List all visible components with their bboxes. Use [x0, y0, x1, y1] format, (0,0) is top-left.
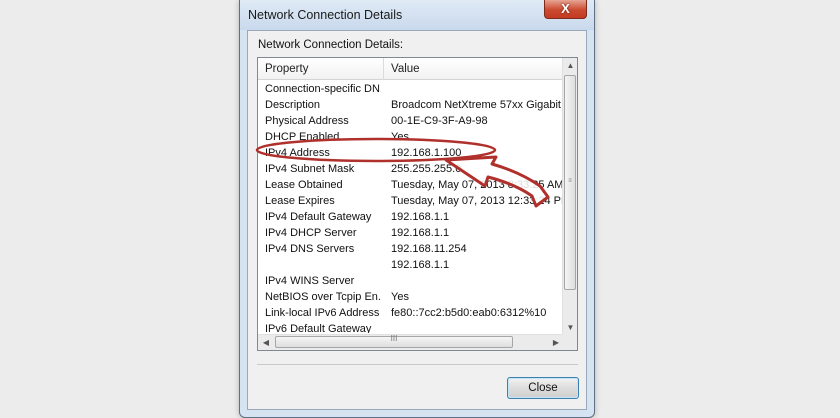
- details-rows: Connection-specific DN... Description Broa…: [258, 81, 564, 333]
- horizontal-scrollbar[interactable]: ◀ III ▶: [258, 334, 564, 350]
- value-cell: Tuesday, May 07, 2013 8:33:25 AM: [391, 179, 563, 191]
- list-header: Property Value: [258, 58, 564, 80]
- value-cell: 192.168.1.1: [391, 211, 450, 223]
- value-cell: 00-1E-C9-3F-A9-98: [391, 115, 488, 127]
- property-cell: Lease Obtained: [265, 179, 343, 191]
- table-row[interactable]: IPv4 WINS Server: [258, 273, 564, 289]
- property-cell: IPv4 Default Gateway: [265, 211, 372, 223]
- value-cell: 192.168.1.1: [391, 227, 450, 239]
- value-cell: fe80::7cc2:b5d0:eab0:6312%10: [391, 307, 547, 319]
- window-close-button[interactable]: X: [544, 0, 587, 19]
- vertical-scrollbar[interactable]: ▲ ≡ ▼: [562, 58, 577, 336]
- value-cell: Yes: [391, 131, 409, 143]
- table-row[interactable]: DHCP Enabled Yes: [258, 129, 564, 145]
- table-row[interactable]: Connection-specific DN...: [258, 81, 564, 97]
- value-cell: Tuesday, May 07, 2013 12:33:24 PM: [391, 195, 563, 207]
- property-cell: IPv4 Address: [265, 147, 330, 159]
- property-cell: Connection-specific DN...: [265, 83, 381, 95]
- vertical-scroll-thumb[interactable]: ≡: [564, 75, 576, 290]
- table-row[interactable]: Physical Address 00-1E-C9-3F-A9-98: [258, 113, 564, 129]
- table-row[interactable]: Link-local IPv6 Address fe80::7cc2:b5d0:e…: [258, 305, 564, 321]
- value-cell: Broadcom NetXtreme 57xx Gigabit Co: [391, 99, 563, 111]
- table-row[interactable]: IPv4 DNS Servers 192.168.11.254: [258, 241, 564, 257]
- scrollbar-corner: [562, 334, 577, 350]
- horizontal-grip-icon: III: [390, 334, 398, 343]
- divider: [257, 364, 578, 365]
- value-cell: 255.255.255.0: [391, 163, 462, 175]
- table-row[interactable]: Lease Obtained Tuesday, May 07, 2013 8:33…: [258, 177, 564, 193]
- property-cell: Link-local IPv6 Address: [265, 307, 380, 319]
- property-cell: IPv4 Subnet Mask: [265, 163, 355, 175]
- scroll-up-arrow-icon[interactable]: ▲: [563, 58, 577, 74]
- dialog-body: Network Connection Details: Property Val…: [247, 30, 587, 410]
- horizontal-scroll-thumb[interactable]: III: [275, 334, 513, 348]
- table-row[interactable]: IPv4 Default Gateway 192.168.1.1: [258, 209, 564, 225]
- value-cell: 192.168.11.254: [391, 243, 467, 255]
- scroll-left-arrow-icon[interactable]: ◀: [258, 335, 274, 350]
- title-bar[interactable]: Network Connection Details X: [240, 0, 594, 30]
- value-cell: Yes: [391, 291, 409, 303]
- table-row[interactable]: 192.168.1.1: [258, 257, 564, 273]
- property-cell: NetBIOS over Tcpip En...: [265, 291, 381, 303]
- details-list-view[interactable]: Property Value Connection-specific DN...…: [257, 57, 578, 351]
- column-header-value[interactable]: Value: [384, 58, 564, 80]
- property-cell: Lease Expires: [265, 195, 335, 207]
- property-cell: Physical Address: [265, 115, 349, 127]
- column-header-property[interactable]: Property: [258, 58, 384, 80]
- property-cell: IPv4 DHCP Server: [265, 227, 357, 239]
- property-cell: DHCP Enabled: [265, 131, 340, 143]
- details-group-label: Network Connection Details:: [258, 39, 404, 51]
- table-row[interactable]: Description Broadcom NetXtreme 57xx Gigab…: [258, 97, 564, 113]
- table-row[interactable]: IPv4 Address 192.168.1.100: [258, 145, 564, 161]
- property-cell: IPv4 WINS Server: [265, 275, 355, 287]
- network-connection-details-window: Network Connection Details X Network Con…: [239, 0, 595, 418]
- property-cell: IPv4 DNS Servers: [265, 243, 355, 255]
- close-button[interactable]: Close: [507, 377, 579, 399]
- table-row[interactable]: NetBIOS over Tcpip En... Yes: [258, 289, 564, 305]
- property-cell: Description: [265, 99, 321, 111]
- table-row[interactable]: IPv4 DHCP Server 192.168.1.1: [258, 225, 564, 241]
- table-row[interactable]: Lease Expires Tuesday, May 07, 2013 12:33…: [258, 193, 564, 209]
- property-cell: IPv6 Default Gateway: [265, 323, 372, 333]
- value-cell: 192.168.1.1: [391, 259, 450, 271]
- window-title: Network Connection Details: [248, 8, 403, 22]
- vertical-grip-icon: ≡: [568, 178, 572, 184]
- table-row[interactable]: IPv6 Default Gateway: [258, 321, 564, 333]
- table-row[interactable]: IPv4 Subnet Mask 255.255.255.0: [258, 161, 564, 177]
- value-cell: 192.168.1.100: [391, 147, 462, 159]
